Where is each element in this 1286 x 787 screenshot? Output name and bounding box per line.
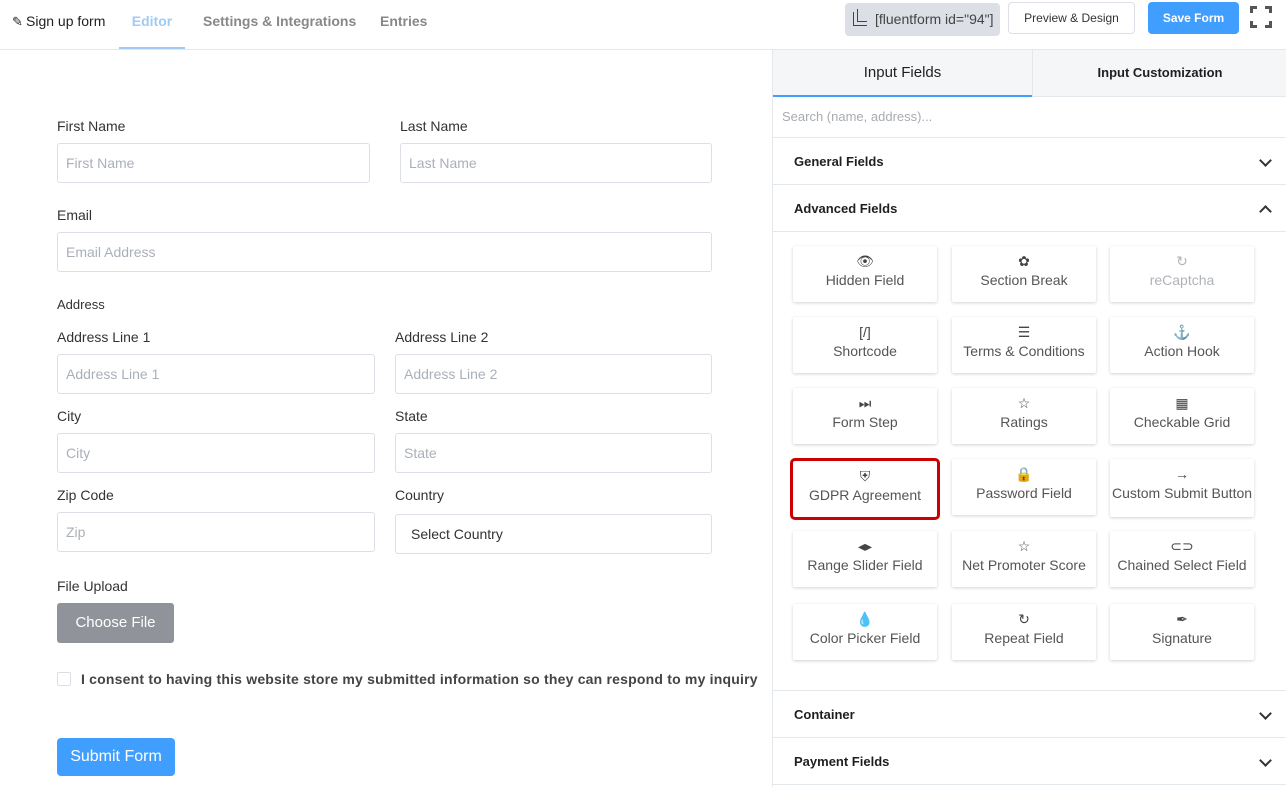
- document-icon: ☰: [1017, 324, 1031, 340]
- field-checkable-grid[interactable]: ▦ Checkable Grid: [1110, 388, 1254, 444]
- field-terms-conditions[interactable]: ☰ Terms & Conditions: [952, 317, 1096, 373]
- submit-form-button[interactable]: Submit Form: [57, 738, 175, 776]
- choose-file-button[interactable]: Choose File: [57, 603, 174, 643]
- country-label: Country: [395, 487, 445, 503]
- section-title: General Fields: [794, 154, 884, 169]
- city-label: City: [57, 408, 82, 424]
- field-chained-select[interactable]: ⊂⊃ Chained Select Field: [1110, 531, 1254, 587]
- tab-input-customization[interactable]: Input Customization: [1032, 50, 1286, 97]
- field-section-break[interactable]: ✿ Section Break: [952, 246, 1096, 302]
- recaptcha-icon: ↻: [1176, 253, 1188, 269]
- section-payment-fields[interactable]: Payment Fields: [773, 738, 1286, 785]
- star-icon: ☆: [1017, 395, 1031, 411]
- address-line2-label: Address Line 2: [395, 329, 489, 345]
- zip-input[interactable]: Zip: [57, 512, 375, 552]
- file-upload-label: File Upload: [57, 578, 128, 594]
- shield-icon: ⛨: [859, 468, 871, 484]
- field-ratings[interactable]: ☆ Ratings: [952, 388, 1096, 444]
- section-title: Container: [794, 707, 855, 722]
- field-form-step[interactable]: ⏭ Form Step: [793, 388, 937, 444]
- zip-label: Zip Code: [57, 487, 114, 503]
- section-advanced-fields[interactable]: Advanced Fields: [773, 185, 1286, 232]
- link-icon: ⊂⊃: [1170, 538, 1194, 554]
- tab-settings-integrations[interactable]: Settings & Integrations: [203, 0, 356, 49]
- field-panel: Input Fields Input Customization Search …: [772, 50, 1286, 787]
- field-search-input[interactable]: Search (name, address)...: [773, 97, 1286, 138]
- first-name-input[interactable]: First Name: [57, 143, 370, 183]
- address-line2-input[interactable]: Address Line 2: [395, 354, 712, 394]
- field-action-hook[interactable]: ⚓ Action Hook: [1110, 317, 1254, 373]
- droplet-icon: 💧: [856, 611, 874, 627]
- field-gdpr-agreement[interactable]: ⛨ GDPR Agreement: [790, 458, 940, 520]
- field-repeat[interactable]: ↻ Repeat Field: [952, 604, 1096, 660]
- arrow-right-icon: →: [1175, 466, 1189, 482]
- shortcode-copy-button[interactable]: [fluentform id="94"]: [845, 3, 1000, 36]
- field-recaptcha[interactable]: ↻ reCaptcha: [1110, 246, 1254, 302]
- email-label: Email: [57, 207, 93, 223]
- city-input[interactable]: City: [57, 433, 375, 473]
- step-forward-icon: ⏭: [858, 395, 872, 411]
- form-name-text: Sign up form: [26, 13, 106, 29]
- field-hidden[interactable]: 👁 Hidden Field: [793, 246, 937, 302]
- address-line1-label: Address Line 1: [57, 329, 151, 345]
- field-net-promoter-score[interactable]: ☆ Net Promoter Score: [952, 531, 1096, 587]
- grid-icon: ▦: [1175, 395, 1189, 411]
- tab-input-fields[interactable]: Input Fields: [773, 50, 1032, 97]
- chevron-down-icon: [1259, 754, 1272, 767]
- copy-icon: [853, 9, 867, 26]
- address-line1-input[interactable]: Address Line 1: [57, 354, 375, 394]
- preview-design-button[interactable]: Preview & Design: [1008, 2, 1135, 34]
- country-select[interactable]: Select Country: [395, 514, 712, 554]
- section-general-fields[interactable]: General Fields: [773, 138, 1286, 185]
- puzzle-icon: ✿: [1018, 253, 1030, 269]
- slider-icon: ◂▸: [857, 538, 873, 554]
- chevron-down-icon: [1259, 154, 1272, 167]
- section-title: Advanced Fields: [794, 201, 898, 216]
- tab-editor[interactable]: Editor: [119, 0, 185, 49]
- code-icon: [/]: [859, 324, 871, 340]
- address-heading: Address: [57, 297, 105, 312]
- save-form-button[interactable]: Save Form: [1148, 2, 1239, 34]
- field-color-picker[interactable]: 💧 Color Picker Field: [793, 604, 937, 660]
- state-label: State: [395, 408, 428, 424]
- consent-checkbox[interactable]: [57, 672, 71, 686]
- field-range-slider[interactable]: ◂▸ Range Slider Field: [793, 531, 937, 587]
- consent-label: I consent to having this website store m…: [81, 671, 758, 687]
- last-name-label: Last Name: [400, 118, 468, 134]
- repeat-icon: ↻: [1018, 611, 1030, 627]
- section-title: Payment Fields: [794, 754, 890, 769]
- star-outline-icon: ☆: [1017, 538, 1031, 554]
- state-input[interactable]: State: [395, 433, 712, 473]
- email-input[interactable]: Email Address: [57, 232, 712, 272]
- fullscreen-icon[interactable]: [1250, 6, 1272, 28]
- chevron-down-icon: [1259, 707, 1272, 720]
- tab-entries[interactable]: Entries: [380, 0, 427, 49]
- pen-nib-icon: ✒: [1176, 611, 1188, 627]
- field-custom-submit-button[interactable]: → Custom Submit Button: [1110, 459, 1254, 517]
- first-name-label: First Name: [57, 118, 126, 134]
- pencil-icon: ✎: [12, 14, 23, 29]
- top-bar: ✎ Sign up form Editor Settings & Integrat…: [0, 0, 1286, 50]
- chevron-up-icon: [1259, 205, 1272, 218]
- field-signature[interactable]: ✒ Signature: [1110, 604, 1254, 660]
- form-name[interactable]: ✎ Sign up form: [12, 0, 105, 49]
- advanced-fields-grid: 👁 Hidden Field ✿ Section Break ↻ reCaptcha …: [773, 232, 1286, 691]
- section-container[interactable]: Container: [773, 691, 1286, 738]
- field-shortcode[interactable]: [/] Shortcode: [793, 317, 937, 373]
- hook-icon: ⚓: [1173, 324, 1191, 340]
- eye-slash-icon: 👁: [856, 253, 874, 269]
- field-password[interactable]: 🔒 Password Field: [952, 459, 1096, 515]
- last-name-input[interactable]: Last Name: [400, 143, 712, 183]
- shortcode-text: [fluentform id="94"]: [875, 11, 994, 27]
- lock-icon: 🔒: [1015, 466, 1033, 482]
